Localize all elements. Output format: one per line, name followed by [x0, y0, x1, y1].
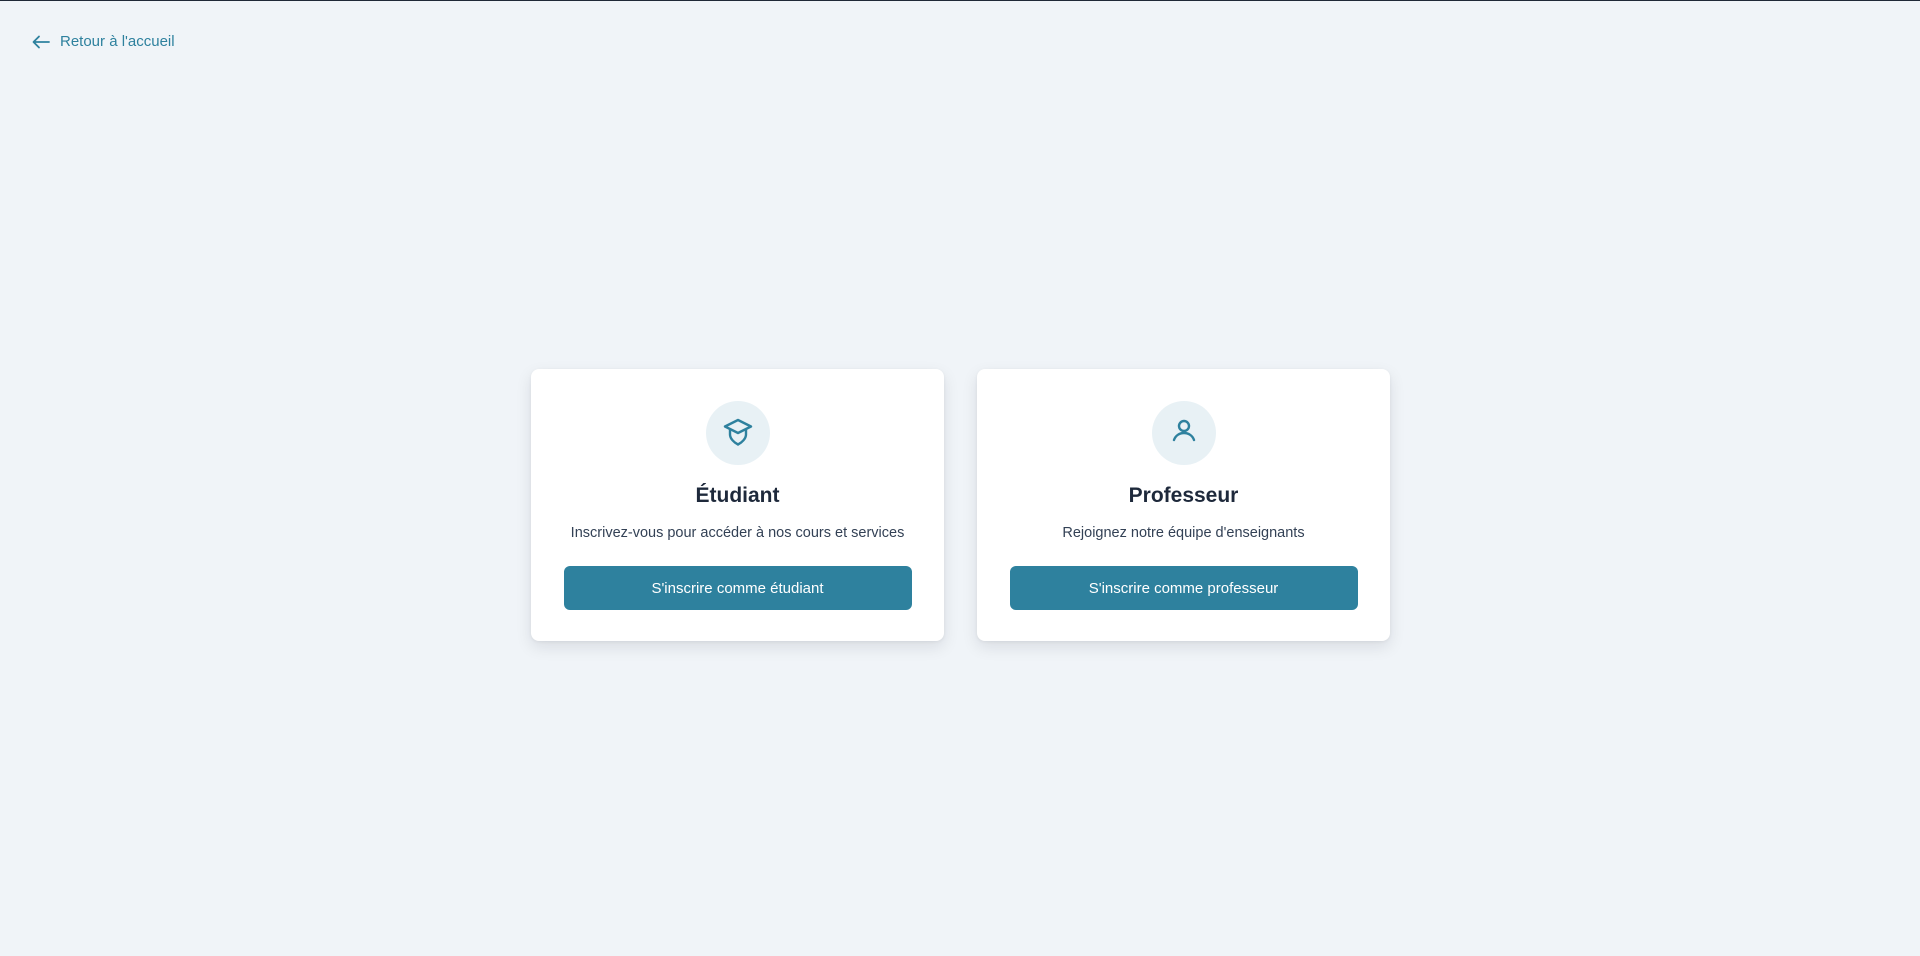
back-link-label: Retour à l'accueil — [60, 33, 175, 50]
teacher-card: Professeur Rejoignez notre équipe d'ense… — [977, 369, 1390, 641]
student-card: Étudiant Inscrivez-vous pour accéder à n… — [531, 369, 944, 641]
user-icon — [1168, 415, 1200, 452]
teacher-card-title: Professeur — [1128, 484, 1239, 507]
teacher-icon-circle — [1151, 401, 1216, 465]
student-card-description: Inscrivez-vous pour accéder à nos cours … — [570, 525, 905, 541]
back-to-home-link[interactable]: Retour à l'accueil — [32, 33, 175, 50]
teacher-card-description: Rejoignez notre équipe d'enseignants — [1062, 525, 1305, 541]
arrow-left-icon — [32, 35, 50, 49]
top-border — [0, 0, 1920, 1]
register-teacher-button[interactable]: S'inscrire comme professeur — [1009, 566, 1358, 610]
student-icon-circle — [705, 401, 770, 465]
student-card-title: Étudiant — [695, 484, 780, 507]
register-student-button[interactable]: S'inscrire comme étudiant — [563, 566, 912, 610]
role-selection: Étudiant Inscrivez-vous pour accéder à n… — [531, 369, 1390, 641]
graduation-cap-icon — [721, 414, 755, 453]
